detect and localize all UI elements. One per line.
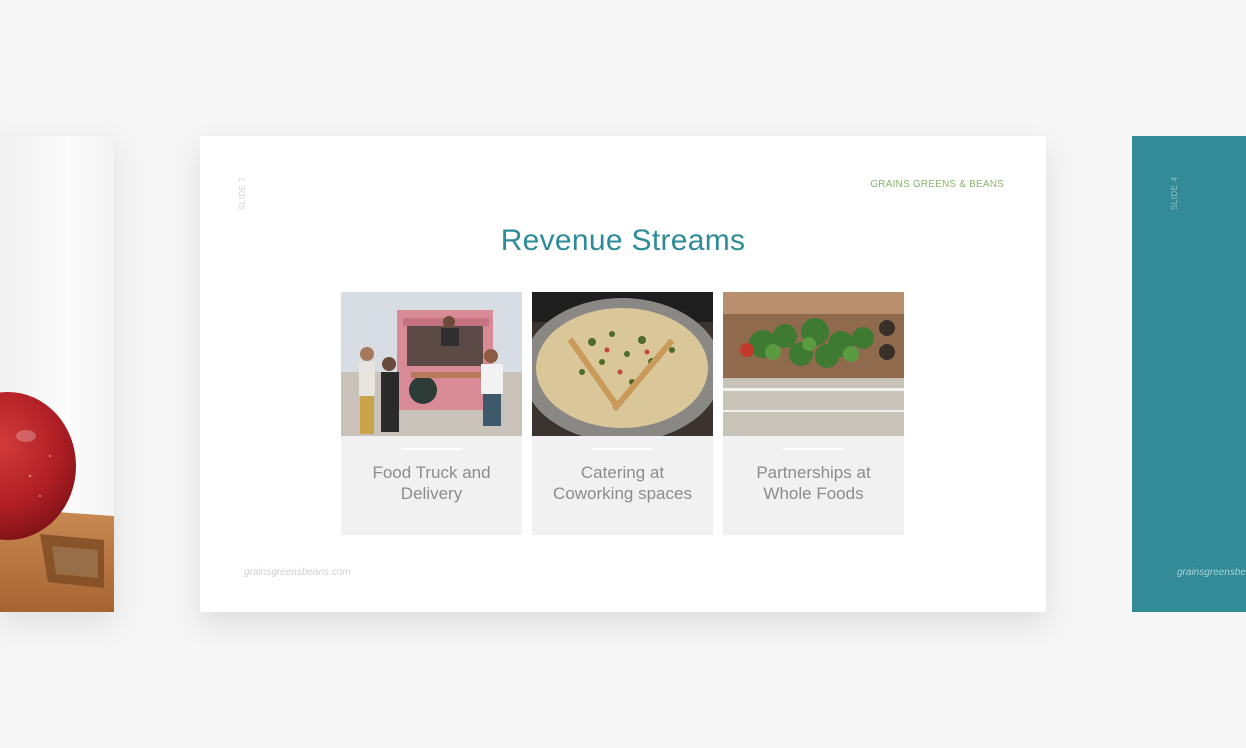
brand-name: GRAINS GREENS & BEANS [870, 179, 1004, 190]
current-slide[interactable]: SLIDE 7 GRAINS GREENS & BEANS Revenue St… [200, 136, 1046, 612]
card-divider [401, 448, 462, 450]
revenue-cards: Food Truck and Delivery Catering at Cowo… [341, 292, 905, 536]
slide-number: SLIDE 7 [238, 176, 247, 210]
card-label: Partnerships at Whole Foods [756, 463, 871, 503]
card-divider [592, 448, 653, 450]
card-food-truck: Food Truck and Delivery [341, 292, 522, 535]
card-label: Catering at Coworking spaces [553, 463, 692, 503]
apple-image [0, 392, 114, 612]
footer-url: grainsgreensbeans.com [244, 567, 351, 578]
slide-number: SLIDE 4 [1170, 176, 1179, 210]
footer-url: grainsgreensbea [1177, 567, 1246, 578]
card-catering: Catering at Coworking spaces [532, 292, 713, 535]
previous-slide[interactable] [0, 136, 114, 612]
card-divider [783, 448, 844, 450]
grain-salad-bowl-photo [532, 292, 713, 436]
card-partnerships: Partnerships at Whole Foods [723, 292, 904, 535]
slide-title: Revenue Streams [500, 224, 746, 257]
next-slide[interactable]: SLIDE 4 grainsgreensbea [1132, 136, 1246, 612]
card-label: Food Truck and Delivery [372, 463, 491, 503]
food-truck-photo [341, 292, 522, 436]
slide-carousel: SLIDE 7 GRAINS GREENS & BEANS Revenue St… [0, 0, 1246, 748]
produce-display-photo [723, 292, 904, 436]
